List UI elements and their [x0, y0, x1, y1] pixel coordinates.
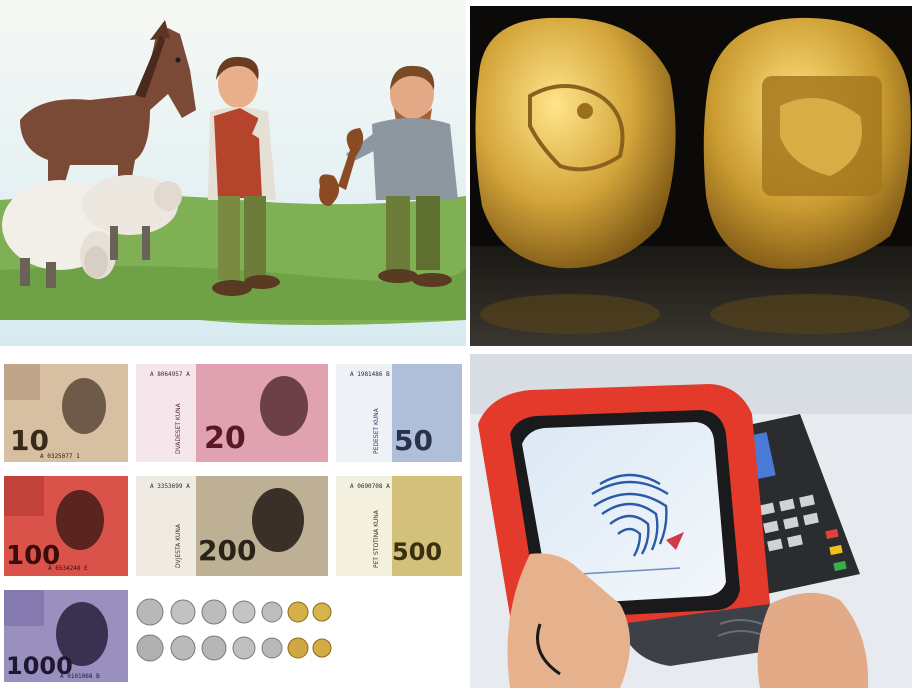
gold-coins-photo — [470, 6, 912, 346]
banknotes-scene: 10 A 0325077 1 20 A 8064957 A DVADESET K… — [0, 354, 466, 688]
note-500-numeral: 500 — [392, 538, 442, 566]
gold-coin-reverse — [703, 17, 911, 269]
banknotes-collage: 10 A 0325077 1 20 A 8064957 A DVADESET K… — [0, 354, 466, 688]
gold-coin-obverse — [475, 17, 676, 269]
barter-scene — [0, 0, 466, 346]
banknote-20: 20 A 8064957 A DVADESET KUNA — [136, 364, 328, 462]
banknote-500: 500 A 0690708 A PET STOTINA KUNA — [336, 476, 462, 576]
terminal-scene — [470, 354, 912, 688]
barter-illustration — [0, 0, 466, 346]
note-500-words: PET STOTINA KUNA — [373, 509, 380, 568]
banknote-10: 10 A 0325077 1 — [4, 364, 128, 462]
banknote-200: 200 A 3353699 A DVJESTA KUNA — [136, 476, 328, 576]
note-50-serial: A 1981486 B — [350, 371, 390, 378]
banknote-100: 100 A 6534248 E — [4, 476, 128, 576]
payment-terminal-photo — [470, 354, 912, 688]
banknote-50: 50 A 1981486 B PEDESET KUNA — [336, 364, 462, 462]
note-50-words: PEDESET KUNA — [373, 407, 380, 454]
note-200-numeral: 200 — [198, 534, 256, 567]
note-200-words: DVJESTA KUNA — [175, 523, 182, 568]
coins-scene — [470, 6, 912, 346]
note-50-numeral: 50 — [394, 424, 433, 457]
note-20-numeral: 20 — [204, 421, 246, 456]
note-10-serial: A 0325077 1 — [40, 453, 80, 460]
note-100-serial: A 6534248 E — [48, 565, 88, 572]
note-20-serial: A 8064957 A — [150, 371, 190, 378]
note-200-serial: A 3353699 A — [150, 483, 190, 490]
note-1000-serial: A 0101068 B — [60, 673, 100, 680]
note-500-serial: A 0690708 A — [350, 483, 390, 490]
banknote-1000: 1000 A 0101068 B — [4, 590, 128, 682]
note-20-words: DVADESET KUNA — [175, 402, 182, 454]
